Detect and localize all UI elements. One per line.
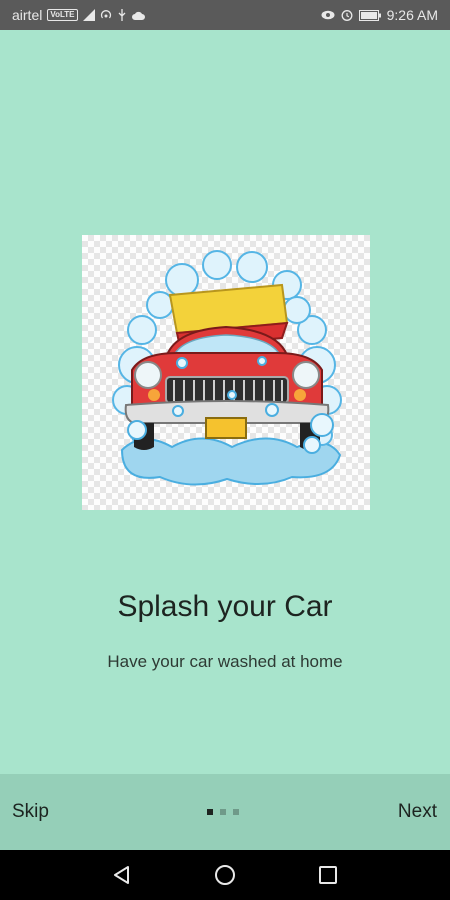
page-dot-2[interactable] <box>220 809 226 815</box>
usb-icon <box>117 9 127 21</box>
next-button[interactable]: Next <box>398 774 437 850</box>
hotspot-icon <box>100 9 112 21</box>
page-title: Splash your Car <box>117 590 333 623</box>
back-icon[interactable] <box>107 860 137 890</box>
volte-icon: VoLTE <box>47 9 78 21</box>
status-right: 9:26 AM <box>321 7 438 23</box>
cloud-icon <box>131 11 145 20</box>
onboarding-nav-bar: Skip Next <box>0 774 450 850</box>
alarm-icon <box>341 9 353 21</box>
eye-icon <box>321 10 335 20</box>
car-wash-illustration <box>82 235 370 510</box>
signal-icon <box>82 9 95 21</box>
battery-icon <box>358 9 381 21</box>
carrier-name: airtel <box>12 7 43 23</box>
system-nav-bar <box>0 850 450 900</box>
status-bar: airtel VoLTE 9:26 AM <box>0 0 450 30</box>
skip-button[interactable]: Skip <box>12 774 49 850</box>
home-icon[interactable] <box>210 860 240 890</box>
clock: 9:26 AM <box>386 7 438 23</box>
page-dot-3[interactable] <box>233 809 239 815</box>
onboarding-page: Splash your Car Have your car washed at … <box>0 30 450 774</box>
page-indicator <box>207 809 239 815</box>
page-subtitle: Have your car washed at home <box>107 652 343 671</box>
page-dot-1[interactable] <box>207 809 213 815</box>
recents-icon[interactable] <box>313 860 343 890</box>
status-left: airtel VoLTE <box>12 7 145 23</box>
